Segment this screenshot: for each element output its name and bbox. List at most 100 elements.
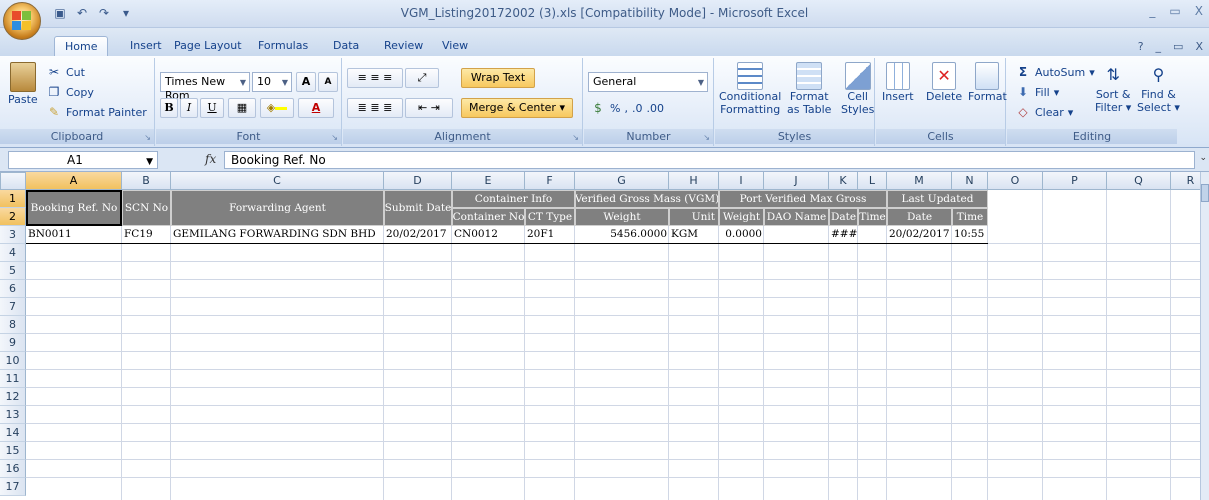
cell-port-date[interactable]: ###	[829, 226, 858, 243]
minimize-button[interactable]: _	[1149, 4, 1155, 18]
help-icon[interactable]: ?	[1138, 40, 1144, 53]
fx-icon[interactable]: fx	[205, 152, 216, 166]
row-header[interactable]: 4	[0, 244, 26, 262]
header-last-date[interactable]: Date	[887, 208, 952, 226]
column-header[interactable]: M	[887, 172, 952, 190]
header-unit[interactable]: Unit	[669, 208, 719, 226]
header-container-no[interactable]: Container No	[452, 208, 525, 226]
header-booking-ref[interactable]: Booking Ref. No	[26, 190, 122, 226]
row-header[interactable]: 16	[0, 460, 26, 478]
currency-icon[interactable]: $	[590, 100, 606, 116]
column-header[interactable]: R	[1171, 172, 1200, 190]
cell-submit-date[interactable]: 20/02/2017	[384, 226, 452, 243]
header-forwarding-agent[interactable]: Forwarding Agent	[171, 190, 384, 226]
scrollbar-thumb[interactable]	[1201, 184, 1209, 202]
tab-review[interactable]: Review	[384, 39, 423, 52]
italic-button[interactable]: I	[180, 98, 198, 118]
cell-container-no[interactable]: CN0012	[452, 226, 525, 243]
dialog-launcher-icon[interactable]: ↘	[572, 133, 579, 142]
dialog-launcher-icon[interactable]: ↘	[331, 133, 338, 142]
tab-formulas[interactable]: Formulas	[258, 39, 308, 52]
paste-button[interactable]: Paste	[8, 62, 38, 106]
autosum-button[interactable]: Σ AutoSum ▾	[1015, 64, 1095, 80]
number-format-select[interactable]: General ▼	[588, 72, 708, 92]
delete-cells-button[interactable]: ✕ Delete	[926, 62, 962, 103]
name-box[interactable]: A1 ▼	[8, 151, 158, 169]
vertical-scrollbar[interactable]	[1200, 172, 1209, 500]
column-header[interactable]: E	[452, 172, 525, 190]
underline-button[interactable]: U	[200, 98, 224, 118]
tab-data[interactable]: Data	[333, 39, 359, 52]
column-header[interactable]: Q	[1107, 172, 1171, 190]
bold-button[interactable]: B	[160, 98, 178, 118]
column-header[interactable]: K	[829, 172, 858, 190]
header-ct-type[interactable]: CT Type	[525, 208, 575, 226]
orientation-button[interactable]: ⤢	[405, 68, 439, 88]
expand-formula-icon[interactable]: ⌄	[1199, 153, 1207, 163]
font-family-select[interactable]: Times New Rom ▼	[160, 72, 250, 102]
row-header[interactable]: 11	[0, 370, 26, 388]
comma-button[interactable]: ,	[624, 102, 628, 115]
row-header[interactable]: 1	[0, 190, 26, 208]
column-header[interactable]: G	[575, 172, 669, 190]
cell-weight[interactable]: 5456.0000	[575, 226, 669, 243]
sort-filter-button[interactable]: ⇅ Sort & Filter ▾	[1095, 62, 1131, 114]
row-header[interactable]: 13	[0, 406, 26, 424]
doc-restore-button[interactable]: ▭	[1173, 40, 1183, 53]
vertical-align-buttons[interactable]: ≡ ≡ ≡	[347, 68, 403, 88]
cell-booking-ref[interactable]: BN0011	[26, 226, 122, 243]
row-header[interactable]: 2	[0, 208, 26, 226]
fill-button[interactable]: ⬇ Fill ▾	[1015, 84, 1059, 100]
grow-font-button[interactable]: A	[296, 72, 316, 92]
format-as-table-button[interactable]: Format as Table	[787, 62, 831, 116]
format-cells-button[interactable]: Format	[968, 62, 1007, 103]
column-header[interactable]: D	[384, 172, 452, 190]
horizontal-align-buttons[interactable]: ≣ ≣ ≣	[347, 98, 403, 118]
header-last-updated[interactable]: Last Updated	[887, 190, 988, 208]
indent-buttons[interactable]: ⇤ ⇥	[405, 98, 453, 118]
close-button[interactable]: X	[1195, 4, 1203, 18]
cell-last-date[interactable]: 20/02/2017	[887, 226, 952, 243]
column-header[interactable]: C	[171, 172, 384, 190]
header-port-weight[interactable]: Weight	[719, 208, 764, 226]
clear-button[interactable]: ◇ Clear ▾	[1015, 104, 1073, 120]
header-dao-name[interactable]: DAO Name	[764, 208, 829, 226]
wrap-text-button[interactable]: Wrap Text	[461, 68, 535, 88]
row-header[interactable]: 6	[0, 280, 26, 298]
header-port-date[interactable]: Date	[829, 208, 858, 226]
column-header[interactable]: H	[669, 172, 719, 190]
row-header[interactable]: 7	[0, 298, 26, 316]
doc-close-button[interactable]: X	[1195, 40, 1203, 53]
column-header[interactable]: N	[952, 172, 988, 190]
tab-view[interactable]: View	[442, 39, 468, 52]
column-header[interactable]: P	[1043, 172, 1107, 190]
cell-ct-type[interactable]: 20F1	[525, 226, 575, 243]
increase-decimal-button[interactable]: .0	[632, 102, 643, 115]
header-container-info[interactable]: Container Info	[452, 190, 575, 208]
cell-port-weight[interactable]: 0.0000	[719, 226, 764, 243]
column-header[interactable]: F	[525, 172, 575, 190]
row-header[interactable]: 17	[0, 478, 26, 496]
row-header[interactable]: 14	[0, 424, 26, 442]
header-port-verified[interactable]: Port Verified Max Gross	[719, 190, 887, 208]
font-color-button[interactable]: A	[298, 98, 334, 118]
header-last-time[interactable]: Time	[952, 208, 988, 226]
copy-button[interactable]: ❐ Copy	[46, 84, 94, 100]
row-header[interactable]: 15	[0, 442, 26, 460]
row-header[interactable]: 5	[0, 262, 26, 280]
column-header[interactable]: O	[988, 172, 1043, 190]
column-header[interactable]: I	[719, 172, 764, 190]
font-size-select[interactable]: 10 ▼	[252, 72, 292, 92]
row-header[interactable]: 8	[0, 316, 26, 334]
decrease-decimal-button[interactable]: .00	[646, 102, 664, 115]
select-all-corner[interactable]	[0, 172, 26, 190]
column-header[interactable]: L	[858, 172, 887, 190]
header-submit-date[interactable]: Submit Date	[384, 190, 452, 226]
row-header[interactable]: 10	[0, 352, 26, 370]
column-header[interactable]: J	[764, 172, 829, 190]
row-header[interactable]: 9	[0, 334, 26, 352]
cell-last-time[interactable]: 10:55	[952, 226, 988, 243]
formula-input[interactable]: Booking Ref. No	[224, 151, 1195, 169]
row-header[interactable]: 3	[0, 226, 26, 244]
tab-page-layout[interactable]: Page Layout	[174, 39, 242, 52]
